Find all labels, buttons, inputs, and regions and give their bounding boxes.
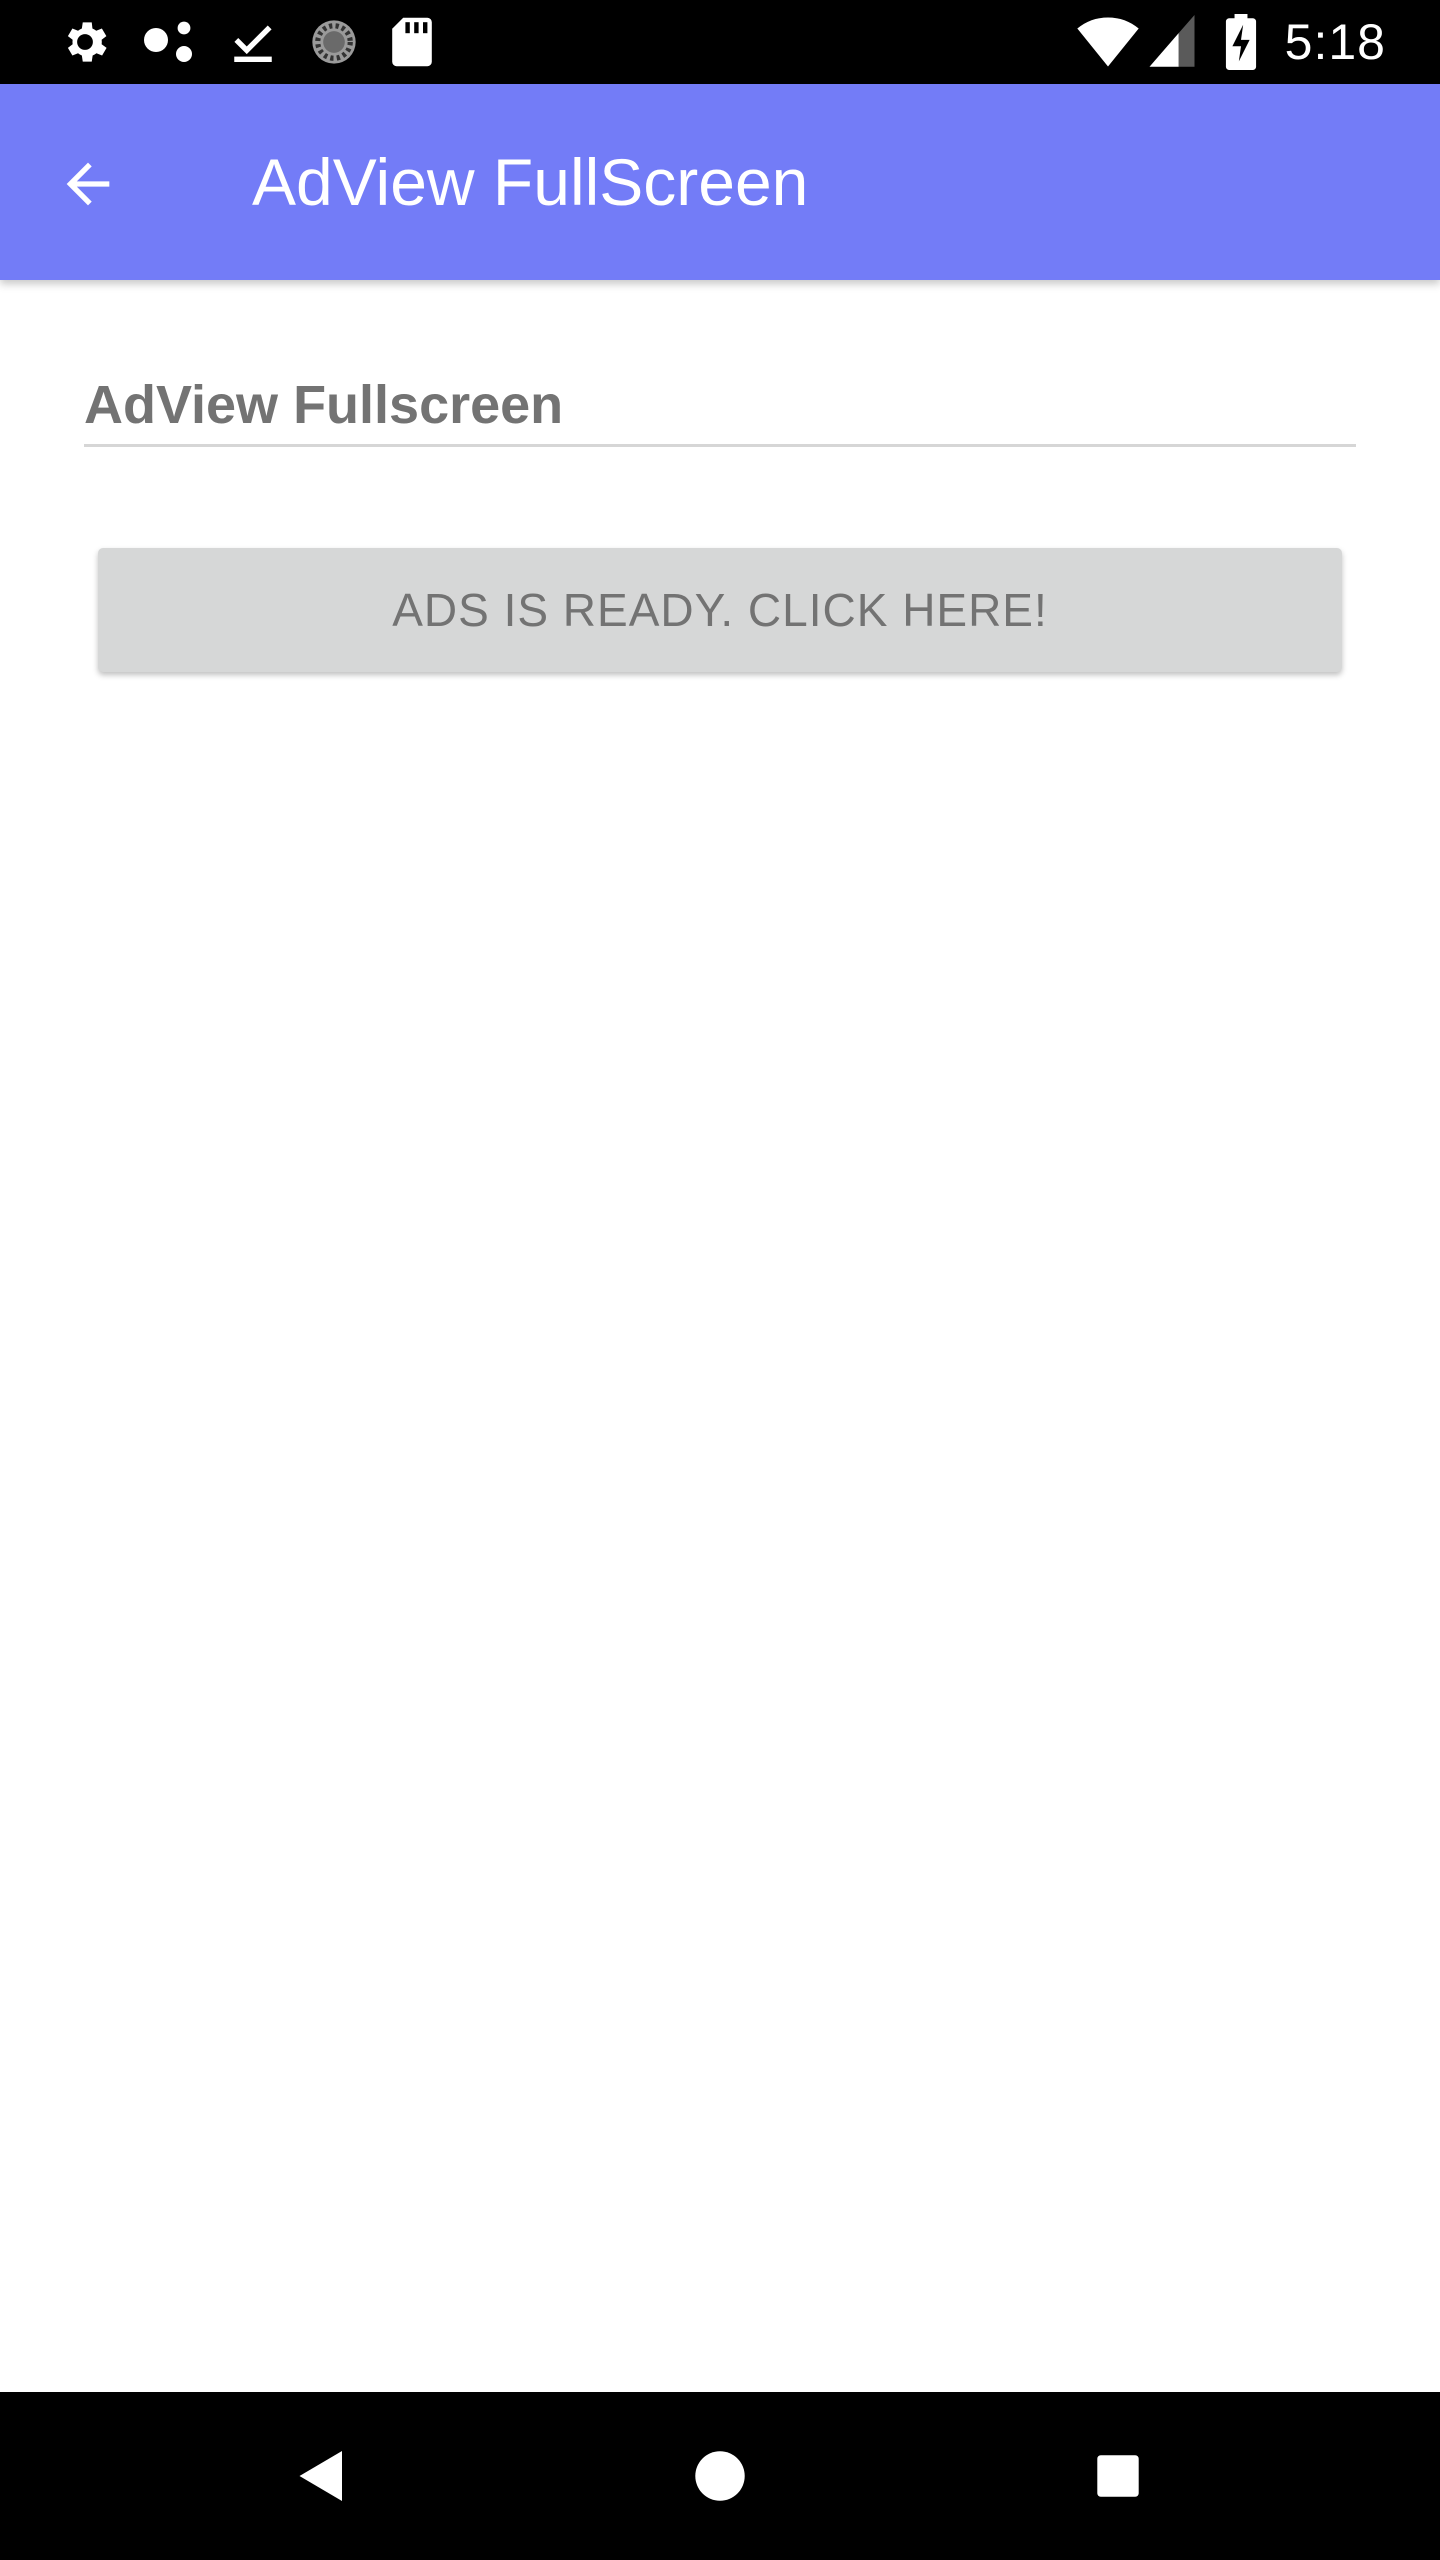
app-bar: AdView FullScreen (0, 84, 1440, 280)
page-title: AdView FullScreen (252, 145, 809, 219)
nav-recents-icon (1095, 2453, 1141, 2499)
navigation-bar (0, 2392, 1440, 2560)
settings-icon (58, 15, 112, 69)
nav-back-icon (297, 2448, 347, 2504)
status-bar: 5:18 (0, 0, 1440, 84)
adview-edit-field[interactable]: AdView Fullscreen (84, 360, 1356, 447)
nav-recents-button[interactable] (1068, 2426, 1168, 2526)
arrow-back-icon (56, 152, 120, 216)
nav-home-button[interactable] (670, 2426, 770, 2526)
back-button[interactable] (40, 136, 136, 232)
cell-signal-icon (1147, 15, 1197, 69)
battery-charging-icon (1225, 14, 1257, 70)
screen: 5:18 AdView FullScreen AdView Fullscreen… (0, 0, 1440, 2560)
status-right-icons: 5:18 (1075, 0, 1386, 84)
status-time: 5:18 (1284, 14, 1386, 70)
nav-home-icon (694, 2450, 746, 2502)
sd-card-icon (390, 15, 434, 69)
ads-ready-button[interactable]: ADS IS READY. CLICK HERE! (98, 548, 1342, 672)
nav-back-button[interactable] (272, 2426, 372, 2526)
assistant-dots-icon (142, 18, 198, 66)
status-left-icons (58, 0, 434, 84)
adview-edit-field-text: AdView Fullscreen (84, 375, 564, 435)
download-done-icon (228, 17, 278, 67)
ads-ready-button-label: ADS IS READY. CLICK HERE! (392, 584, 1048, 636)
sync-loading-icon (308, 16, 360, 68)
wifi-icon (1075, 15, 1141, 69)
